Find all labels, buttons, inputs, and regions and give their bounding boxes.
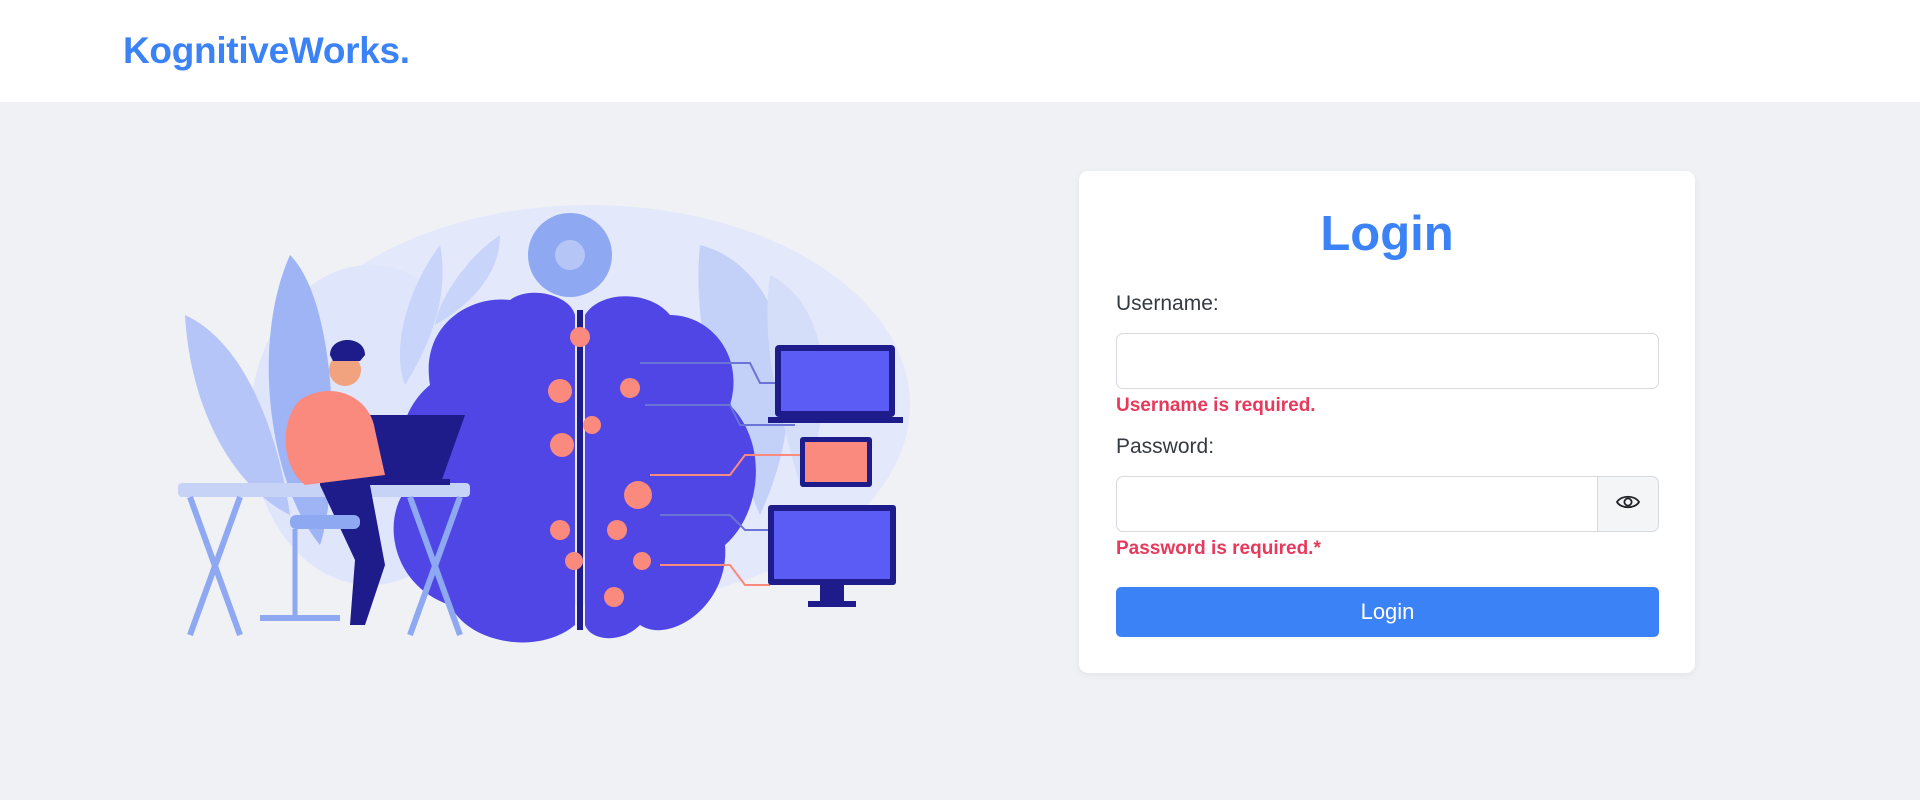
eye-icon: [1615, 494, 1641, 515]
login-button[interactable]: Login: [1116, 587, 1659, 637]
password-label: Password:: [1116, 435, 1215, 458]
ai-brain-illustration: [170, 185, 915, 665]
username-input[interactable]: [1116, 333, 1659, 389]
username-error: Username is required.: [1116, 395, 1316, 416]
username-label: Username:: [1116, 292, 1219, 315]
toggle-password-visibility-button[interactable]: [1597, 476, 1659, 532]
top-navbar: KognitiveWorks.: [0, 0, 1920, 102]
password-input[interactable]: [1116, 476, 1598, 532]
login-title: Login: [1320, 207, 1454, 261]
brand-logo[interactable]: KognitiveWorks.: [123, 30, 410, 72]
password-error: Password is required.*: [1116, 538, 1321, 559]
